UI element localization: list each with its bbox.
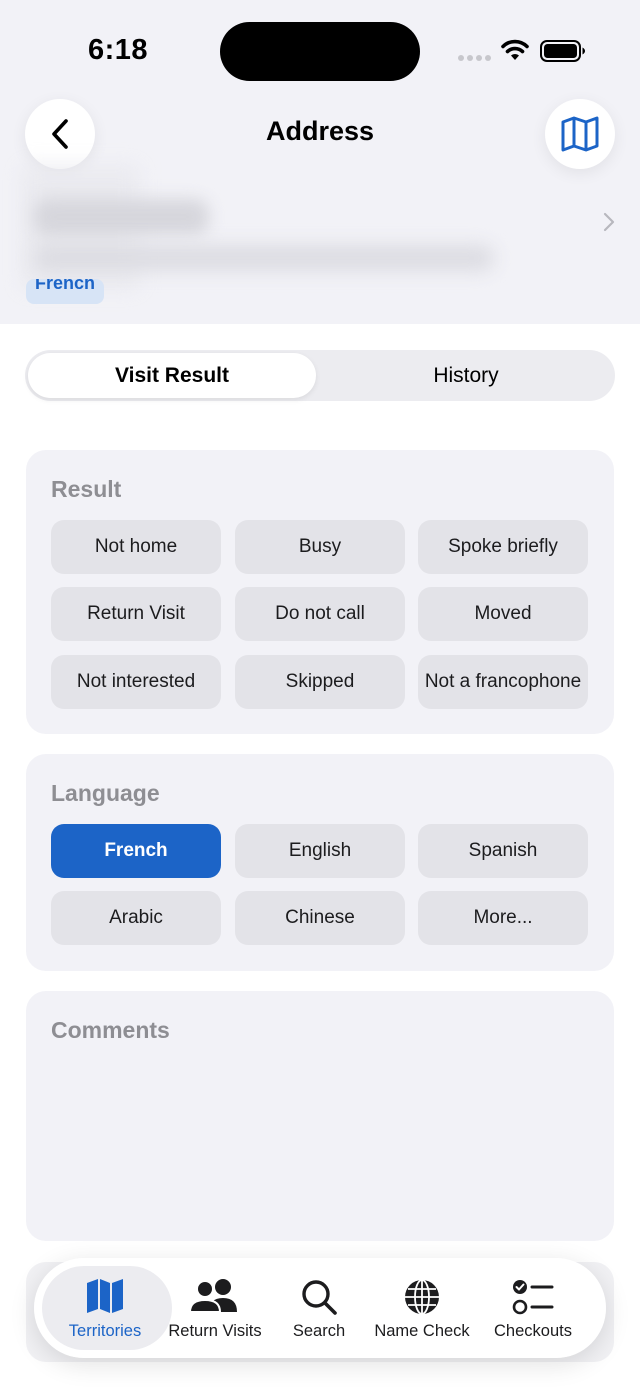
tab-search[interactable]: Search	[276, 1258, 362, 1358]
comments-title: Comments	[51, 1017, 170, 1043]
battery-icon	[540, 40, 585, 62]
back-button[interactable]	[25, 99, 95, 169]
comments-field[interactable]: Comments	[26, 991, 614, 1241]
result-card: Result Not home Busy Spoke briefly Retur…	[26, 450, 614, 734]
tab-checkouts[interactable]: Checkouts	[490, 1258, 576, 1358]
result-return-visit-button[interactable]: Return Visit	[51, 587, 221, 641]
globe-icon	[405, 1279, 439, 1315]
result-spoke-briefly-button[interactable]: Spoke briefly	[418, 520, 588, 574]
result-title: Result	[51, 476, 122, 502]
result-do-not-call-button[interactable]: Do not call	[235, 587, 405, 641]
language-french-button[interactable]: French	[51, 824, 221, 878]
language-card: Language French English Spanish Arabic C…	[26, 754, 614, 971]
result-not-home-button[interactable]: Not home	[51, 520, 221, 574]
address-card[interactable]	[20, 165, 620, 290]
chevron-left-icon	[52, 119, 68, 149]
tab-bar: Territories Return Visits Search Name Ch…	[34, 1258, 606, 1358]
tab-label-checkouts: Checkouts	[494, 1322, 572, 1340]
tab-return-visits[interactable]: Return Visits	[168, 1258, 262, 1358]
result-not-francophone-button[interactable]: Not a francophone	[418, 655, 588, 709]
status-bar: 6:18	[0, 0, 640, 100]
result-skipped-button[interactable]: Skipped	[235, 655, 405, 709]
search-icon	[302, 1280, 337, 1315]
result-moved-button[interactable]: Moved	[418, 587, 588, 641]
language-more-button[interactable]: More...	[418, 891, 588, 945]
page-title: Address	[265, 116, 375, 146]
map-button[interactable]	[545, 99, 615, 169]
tab-visit-result[interactable]: Visit Result	[28, 353, 316, 398]
tab-label-name-check: Name Check	[374, 1322, 470, 1340]
tab-history[interactable]: History	[322, 353, 610, 398]
cellular-signal-icon	[458, 55, 492, 61]
language-english-button[interactable]: English	[235, 824, 405, 878]
tab-territories[interactable]: Territories	[62, 1258, 148, 1358]
blurred-address-title	[34, 199, 209, 235]
people-icon	[189, 1279, 237, 1313]
blurred-address-detail	[34, 245, 494, 271]
status-time: 6:18	[87, 34, 149, 66]
result-not-interested-button[interactable]: Not interested	[51, 655, 221, 709]
wifi-icon	[501, 39, 529, 60]
tab-label-territories: Territories	[68, 1322, 142, 1340]
result-busy-button[interactable]: Busy	[235, 520, 405, 574]
tab-name-check[interactable]: Name Check	[374, 1258, 470, 1358]
dynamic-island	[220, 22, 420, 81]
language-chinese-button[interactable]: Chinese	[235, 891, 405, 945]
language-title: Language	[51, 780, 160, 806]
map-icon	[87, 1279, 123, 1313]
map-icon	[561, 116, 599, 152]
chevron-right-icon	[603, 212, 615, 232]
language-spanish-button[interactable]: Spanish	[418, 824, 588, 878]
checklist-icon	[512, 1280, 554, 1315]
language-arabic-button[interactable]: Arabic	[51, 891, 221, 945]
segmented-control: Visit Result History	[25, 350, 615, 401]
language-badge: French	[26, 279, 104, 304]
